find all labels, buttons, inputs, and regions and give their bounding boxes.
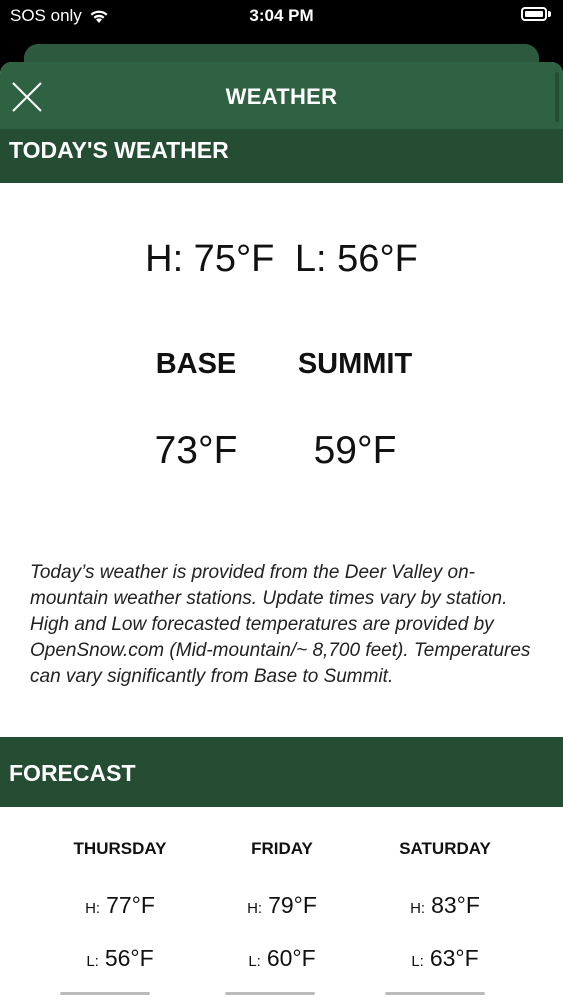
status-time: 3:04 PM <box>249 6 314 25</box>
forecast-high-value: 79°F <box>268 892 317 918</box>
summit-temperature: 59°F <box>313 429 397 472</box>
section-header-todays-weather: TODAY'S WEATHER <box>0 129 563 183</box>
today-high-low: H: 75°F L: 56°F <box>0 238 563 281</box>
forecast-low-value: 60°F <box>266 945 316 971</box>
weather-disclaimer: Today’s weather is provided from the Dee… <box>30 562 531 687</box>
low-prefix: L: <box>86 953 99 970</box>
forecast-high: H: 83°F <box>365 892 525 919</box>
forecast-day-name: FRIDAY <box>251 839 313 858</box>
forecast-low: L: 63°F <box>365 945 525 972</box>
low-prefix: L: <box>248 953 261 970</box>
forecast-low: L: 56°F <box>40 945 200 972</box>
forecast-high: H: 79°F <box>202 892 362 919</box>
page-title: WEATHER <box>225 84 338 109</box>
forecast-day-name: SATURDAY <box>399 839 491 858</box>
forecast-low-value: 56°F <box>104 945 154 971</box>
forecast-low-value: 63°F <box>429 945 479 971</box>
battery-fill <box>525 11 543 17</box>
forecast-high-value: 83°F <box>431 892 480 918</box>
today-high: H: 75°F <box>145 238 275 280</box>
weather-sheet: WEATHER TODAY'S WEATHER H: 75°F L: 56°F … <box>0 62 563 1000</box>
forecast-high-value: 77°F <box>106 892 155 918</box>
high-prefix: H: <box>85 900 101 917</box>
low-prefix: L: <box>411 953 424 970</box>
high-prefix: H: <box>410 900 426 917</box>
forecast-high: H: 77°F <box>40 892 200 919</box>
high-prefix: H: <box>247 900 263 917</box>
today-low: L: 56°F <box>294 238 418 280</box>
scroll-indicator[interactable] <box>555 72 559 122</box>
sheet-header: WEATHER <box>0 62 563 129</box>
status-bar: SOS only 3:04 PM <box>0 0 563 36</box>
cut-off-next-row <box>0 992 563 1000</box>
forecast-low: L: 60°F <box>202 945 362 972</box>
summit-label: SUMMIT <box>297 348 413 380</box>
battery-icon <box>521 6 553 22</box>
section-header-forecast: FORECAST <box>0 737 563 807</box>
forecast-day-name: THURSDAY <box>73 839 167 858</box>
